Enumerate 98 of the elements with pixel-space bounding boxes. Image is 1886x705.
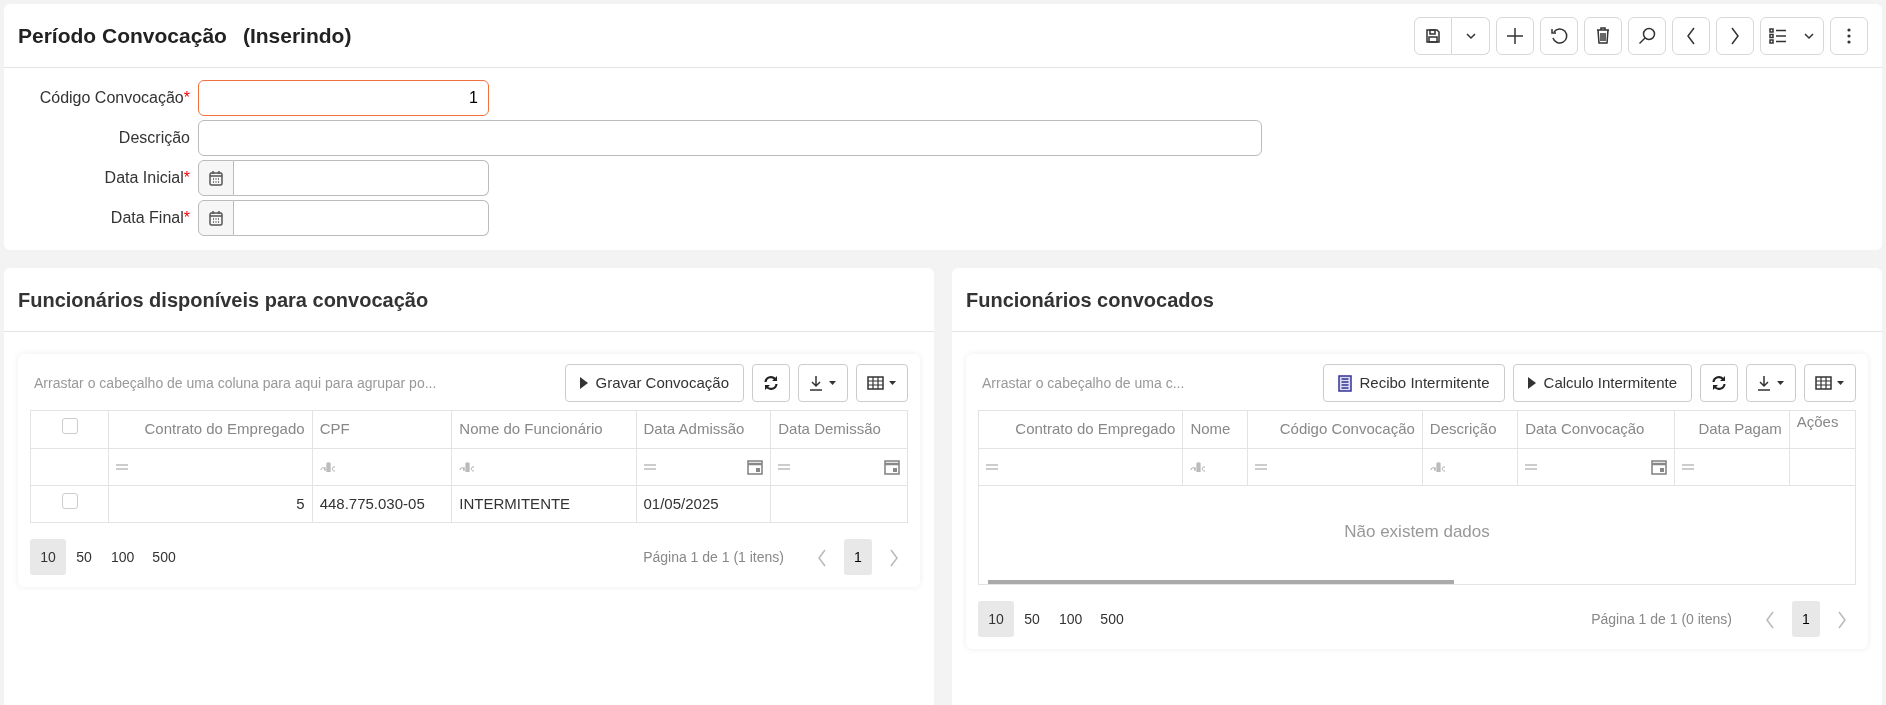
column-header[interactable]: Data Pagam bbox=[1674, 411, 1790, 449]
group-hint: Arrastar o cabeçalho de uma coluna para aqui para agrupar po... bbox=[33, 373, 438, 393]
text-filter-icon bbox=[319, 462, 336, 472]
empty-message: Não existem dados bbox=[1344, 521, 1490, 544]
date-field[interactable] bbox=[234, 200, 489, 236]
download-icon bbox=[1757, 375, 1785, 391]
column-header[interactable]: Contrato do Empregado bbox=[979, 411, 1183, 449]
download-icon bbox=[809, 375, 837, 391]
table-icon bbox=[1815, 376, 1845, 390]
undo-button[interactable] bbox=[1540, 16, 1578, 55]
checkbox[interactable] bbox=[61, 492, 78, 509]
equals-filter-icon bbox=[1525, 464, 1538, 470]
column-header[interactable]: Nome do Funcionário bbox=[451, 411, 636, 449]
checkbox[interactable] bbox=[61, 418, 78, 435]
play-button[interactable]: Calculo Intermitente bbox=[1512, 364, 1692, 402]
column-header[interactable]: Nome bbox=[1182, 411, 1248, 449]
page-size-button[interactable]: 100 bbox=[102, 539, 144, 575]
calendar-icon bbox=[884, 459, 900, 475]
rotate-icon bbox=[1550, 26, 1568, 45]
date-field[interactable] bbox=[234, 160, 489, 196]
plus-icon bbox=[1506, 26, 1524, 45]
chevron-right-icon bbox=[889, 548, 899, 567]
page-size-button[interactable]: 50 bbox=[1014, 601, 1050, 637]
export-button[interactable] bbox=[798, 364, 848, 402]
play-icon bbox=[579, 377, 588, 389]
more-icon bbox=[1847, 27, 1851, 44]
calendar-icon bbox=[747, 459, 764, 475]
column-header[interactable]: Data Convocação bbox=[1517, 411, 1675, 449]
chevron-left-icon bbox=[817, 548, 827, 567]
page-size-button[interactable]: 500 bbox=[1091, 601, 1133, 637]
save-button[interactable] bbox=[1414, 16, 1452, 55]
equals-filter-icon bbox=[1681, 464, 1694, 470]
field-label: Data Inicial* bbox=[103, 168, 190, 188]
columns-button[interactable] bbox=[1804, 364, 1856, 402]
refresh-button[interactable] bbox=[1700, 364, 1738, 402]
page-button[interactable]: 1 bbox=[844, 539, 872, 575]
calendar-button[interactable] bbox=[198, 200, 234, 236]
calendar-icon bbox=[1650, 459, 1667, 475]
calendar-icon bbox=[209, 170, 223, 186]
add-button[interactable] bbox=[1496, 16, 1534, 55]
column-header[interactable]: CPF bbox=[312, 411, 452, 449]
panel-title: Funcionários convocados bbox=[952, 268, 1882, 332]
list-view-button[interactable] bbox=[1760, 16, 1824, 55]
text-filter-icon bbox=[1429, 462, 1446, 472]
next-button[interactable] bbox=[1716, 16, 1754, 55]
play-button[interactable]: Gravar Convocação bbox=[564, 364, 744, 402]
chevron-down-icon bbox=[1464, 31, 1477, 40]
chevron-right-icon bbox=[1837, 610, 1847, 629]
export-button[interactable] bbox=[1746, 364, 1796, 402]
field-label: Data Final* bbox=[109, 208, 190, 228]
pager-info: Página 1 de 1 (1 itens) bbox=[643, 547, 784, 567]
previous-button[interactable] bbox=[1672, 16, 1710, 55]
list-icon bbox=[1769, 27, 1787, 44]
chevron-right-icon bbox=[1730, 26, 1740, 45]
trash-icon bbox=[1596, 27, 1610, 44]
page-size-button[interactable]: 100 bbox=[1050, 601, 1092, 637]
column-header[interactable]: Descrição bbox=[1422, 411, 1518, 449]
refresh-button[interactable] bbox=[752, 364, 790, 402]
text-filter-icon bbox=[459, 462, 476, 472]
panel-title: Funcionários disponíveis para convocação bbox=[4, 268, 934, 332]
text-filter-icon bbox=[1190, 462, 1207, 472]
equals-filter-icon bbox=[986, 464, 998, 470]
columns-button[interactable] bbox=[856, 364, 908, 402]
column-header[interactable]: Código Convocação bbox=[1247, 411, 1423, 449]
calendar-button[interactable] bbox=[198, 160, 234, 196]
input-field[interactable]: 1 bbox=[198, 80, 489, 116]
chevron-left-icon bbox=[1765, 610, 1775, 629]
page-mode: (Inserindo) bbox=[242, 22, 352, 49]
equals-filter-icon bbox=[778, 464, 791, 470]
equals-filter-icon bbox=[1254, 464, 1267, 470]
chevron-down-icon bbox=[1803, 31, 1815, 40]
page-size-button[interactable]: 10 bbox=[30, 539, 66, 575]
page-size-button[interactable]: 500 bbox=[143, 539, 185, 575]
page-button[interactable]: 1 bbox=[1792, 601, 1820, 637]
refresh-icon bbox=[763, 375, 779, 391]
document-icon bbox=[1337, 374, 1352, 392]
page-title: Período Convocação bbox=[18, 22, 227, 49]
chevron-left-icon bbox=[1686, 26, 1696, 45]
input-field[interactable] bbox=[198, 120, 1262, 156]
search-button[interactable] bbox=[1628, 16, 1666, 55]
pager-info: Página 1 de 1 (0 itens) bbox=[1591, 609, 1732, 629]
search-icon bbox=[1638, 26, 1656, 45]
save-icon bbox=[1425, 27, 1441, 44]
equals-filter-icon bbox=[643, 464, 656, 470]
page-size-button[interactable]: 50 bbox=[66, 539, 102, 575]
page-size-button[interactable]: 10 bbox=[978, 601, 1014, 637]
calendar-icon bbox=[209, 210, 223, 226]
receipt-button[interactable]: Recibo Intermitente bbox=[1322, 364, 1505, 402]
column-header[interactable]: Data Admissão bbox=[636, 411, 771, 449]
group-hint: Arrastar o cabeçalho de uma c... bbox=[981, 373, 1186, 393]
table-icon bbox=[867, 376, 897, 390]
equals-filter-icon bbox=[116, 464, 128, 470]
refresh-icon bbox=[1711, 375, 1727, 391]
play-icon bbox=[1527, 377, 1536, 389]
field-label: Descrição bbox=[117, 128, 190, 148]
field-label: Código Convocação* bbox=[38, 88, 190, 108]
column-header[interactable]: Contrato do Empregado bbox=[108, 411, 313, 449]
delete-button[interactable] bbox=[1584, 16, 1622, 55]
